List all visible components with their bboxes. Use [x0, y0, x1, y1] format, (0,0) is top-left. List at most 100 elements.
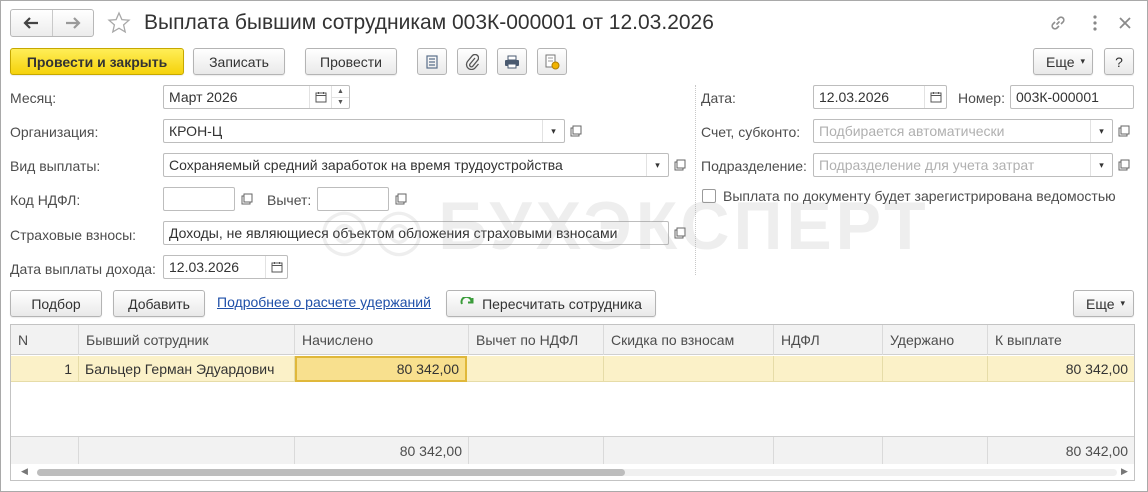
- pick-button[interactable]: Подбор: [10, 290, 102, 317]
- open-icon[interactable]: [566, 119, 586, 143]
- cell-insurance-discount[interactable]: [604, 356, 774, 382]
- close-icon[interactable]: [1113, 11, 1137, 35]
- column-header-insurance-discount[interactable]: Скидка по взносам: [604, 325, 774, 355]
- footer-cell: [604, 437, 774, 465]
- more-button[interactable]: Еще ▾: [1033, 48, 1093, 75]
- chevron-down-icon: ▾: [1120, 298, 1126, 308]
- division-placeholder: Подразделение для учета затрат: [819, 157, 1035, 173]
- recalculate-button[interactable]: Пересчитать сотрудника: [446, 290, 656, 317]
- insurance-value: Доходы, не являющиеся объектом обложения…: [169, 225, 618, 241]
- footer-cell: [883, 437, 988, 465]
- number-value: 003К-000001: [1016, 89, 1099, 105]
- statement-checkbox[interactable]: [702, 189, 716, 203]
- print-icon[interactable]: [497, 48, 527, 75]
- cell-employee[interactable]: Бальцер Герман Эдуардович: [79, 356, 295, 382]
- recalculate-label: Пересчитать сотрудника: [482, 295, 642, 312]
- help-button[interactable]: ?: [1104, 48, 1134, 75]
- cell-ndfl-deduction[interactable]: [469, 356, 604, 382]
- chevron-down-icon[interactable]: ▾: [542, 120, 564, 142]
- division-field[interactable]: Подразделение для учета затрат ▾: [813, 153, 1113, 177]
- chevron-down-icon[interactable]: ▾: [1090, 120, 1112, 142]
- month-field[interactable]: Март 2026 ▲ ▼: [163, 85, 350, 109]
- column-header-accrued[interactable]: Начислено: [295, 325, 469, 355]
- ndfl-code-label: Код НДФЛ:: [10, 192, 81, 208]
- scroll-thumb[interactable]: [37, 469, 625, 476]
- total-to-pay: 80 342,00: [1065, 443, 1128, 459]
- more-button-label: Еще: [1046, 53, 1075, 70]
- post-button[interactable]: Провести: [305, 48, 397, 75]
- number-field[interactable]: 003К-000001: [1010, 85, 1134, 109]
- link-icon[interactable]: [1046, 11, 1070, 35]
- ndfl-code-field[interactable]: [163, 187, 235, 211]
- forward-button[interactable]: [51, 10, 94, 36]
- statement-checkbox-label: Выплата по документу будет зарегистриров…: [723, 188, 1116, 204]
- cell-withheld[interactable]: [883, 356, 988, 382]
- income-date-label: Дата выплаты дохода:: [10, 261, 156, 277]
- month-spinner[interactable]: ▲ ▼: [331, 86, 349, 108]
- column-header-employee[interactable]: Бывший сотрудник: [79, 325, 295, 355]
- open-icon[interactable]: [670, 221, 690, 245]
- account-placeholder: Подбирается автоматически: [819, 123, 1005, 139]
- back-button[interactable]: [11, 10, 52, 36]
- payment-type-label: Вид выплаты:: [10, 158, 101, 174]
- horizontal-scrollbar[interactable]: ◀ ▶: [11, 464, 1134, 480]
- scroll-right-icon[interactable]: ▶: [1121, 466, 1128, 477]
- refresh-icon: [460, 296, 474, 304]
- cell-n[interactable]: 1: [11, 356, 79, 382]
- chevron-down-icon[interactable]: ▾: [1090, 154, 1112, 176]
- scroll-left-icon[interactable]: ◀: [21, 466, 28, 477]
- spin-down-icon[interactable]: ▼: [332, 96, 349, 109]
- details-link[interactable]: Подробнее о расчете удержаний: [217, 294, 431, 310]
- table-row[interactable]: 1 Бальцер Герман Эдуардович 80 342,00 80…: [11, 356, 1134, 382]
- open-icon[interactable]: [670, 153, 690, 177]
- organization-field[interactable]: КРОН-Ц ▾: [163, 119, 565, 143]
- save-button[interactable]: Записать: [193, 48, 285, 75]
- more-vertical-icon[interactable]: [1083, 11, 1107, 35]
- post-and-close-button[interactable]: Провести и закрыть: [10, 48, 184, 75]
- column-header-n[interactable]: N: [11, 325, 79, 355]
- date-label: Дата:: [701, 90, 736, 106]
- date-field[interactable]: 12.03.2026: [813, 85, 947, 109]
- payment-type-field[interactable]: Сохраняемый средний заработок на время т…: [163, 153, 669, 177]
- deduction-field[interactable]: [317, 187, 389, 211]
- cell-accrued[interactable]: 80 342,00: [295, 356, 467, 382]
- open-icon[interactable]: [1114, 119, 1134, 143]
- column-header-withheld[interactable]: Удержано: [883, 325, 988, 355]
- open-icon[interactable]: [237, 187, 257, 211]
- table-footer: 80 342,00 80 342,00: [11, 436, 1134, 465]
- column-divider: [695, 85, 696, 275]
- calendar-icon[interactable]: [924, 86, 946, 108]
- add-button[interactable]: Добавить: [113, 290, 205, 317]
- favorite-star-icon[interactable]: [105, 9, 133, 37]
- list-icon[interactable]: [417, 48, 447, 75]
- calendar-icon[interactable]: [265, 256, 287, 278]
- income-date-field[interactable]: 12.03.2026: [163, 255, 288, 279]
- document-window: Выплата бывшим сотрудникам 003К-000001 о…: [0, 0, 1148, 492]
- window-title: Выплата бывшим сотрудникам 003К-000001 о…: [144, 11, 714, 34]
- table-header: N Бывший сотрудник Начислено Вычет по НД…: [11, 325, 1134, 355]
- column-header-to-pay[interactable]: К выплате: [988, 325, 1134, 355]
- column-header-ndfl[interactable]: НДФЛ: [774, 325, 883, 355]
- date-value: 12.03.2026: [819, 89, 890, 105]
- cell-to-pay[interactable]: 80 342,00: [988, 356, 1134, 382]
- organization-label: Организация:: [10, 124, 99, 140]
- total-accrued: 80 342,00: [295, 437, 469, 465]
- attachment-icon[interactable]: [457, 48, 487, 75]
- cell-ndfl[interactable]: [774, 356, 883, 382]
- footer-cell: [79, 437, 295, 465]
- spin-up-icon[interactable]: ▲: [332, 86, 349, 97]
- column-header-ndfl-deduction[interactable]: Вычет по НДФЛ: [469, 325, 604, 355]
- account-field[interactable]: Подбирается автоматически ▾: [813, 119, 1113, 143]
- payment-type-value: Сохраняемый средний заработок на время т…: [169, 157, 563, 173]
- insurance-field[interactable]: Доходы, не являющиеся объектом обложения…: [163, 221, 669, 245]
- table-more-button[interactable]: Еще ▾: [1073, 290, 1134, 317]
- open-icon[interactable]: [1114, 153, 1134, 177]
- footer-cell: [469, 437, 604, 465]
- calendar-icon[interactable]: [309, 86, 331, 108]
- report-structure-icon[interactable]: [537, 48, 567, 75]
- navigation-buttons: [10, 9, 94, 37]
- chevron-down-icon[interactable]: ▾: [646, 154, 668, 176]
- account-label: Счет, субконто:: [701, 124, 801, 140]
- employees-table[interactable]: N Бывший сотрудник Начислено Вычет по НД…: [10, 324, 1135, 481]
- open-icon[interactable]: [391, 187, 411, 211]
